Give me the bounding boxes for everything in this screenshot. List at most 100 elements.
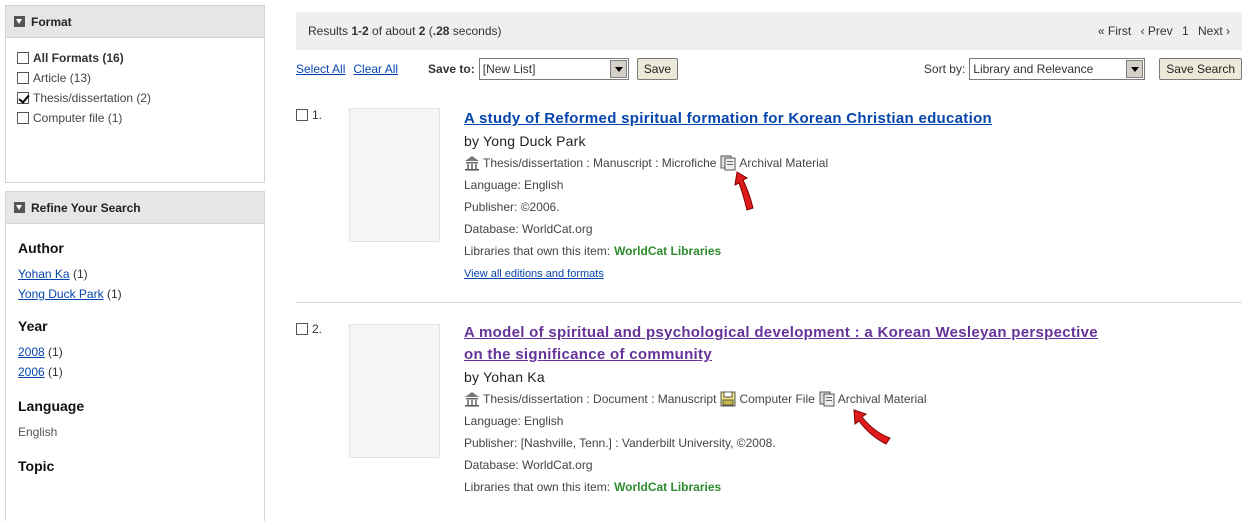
checkbox-icon[interactable]: [17, 72, 29, 84]
collapse-triangle-icon[interactable]: [14, 16, 25, 27]
result-author: by Yong Duck Park: [464, 133, 586, 149]
format-count: (16): [102, 51, 124, 65]
facet-author-link[interactable]: Yong Duck Park: [18, 287, 104, 301]
current-page: 1: [1181, 24, 1189, 38]
thesis-building-icon: [465, 156, 479, 171]
save-to-label: Save to:: [428, 62, 475, 76]
facet-language-value: English: [18, 425, 58, 439]
format-item-thesis[interactable]: Thesis/dissertation (2): [17, 88, 264, 108]
results-summary-bar: Results 1-2 of about 2 (.28 seconds) « F…: [296, 12, 1242, 50]
facet-count: (1): [48, 345, 63, 359]
results-middle: of about: [368, 24, 419, 38]
red-pointer-arrow-icon: [734, 171, 754, 211]
refine-panel: Refine Your Search Author Yohan Ka (1) Y…: [5, 191, 265, 521]
result-publisher: Publisher: ©2006.: [464, 200, 560, 214]
format-count: (2): [136, 91, 152, 105]
format-item-article[interactable]: Article (13): [17, 68, 264, 88]
select-all-link[interactable]: Select All: [296, 62, 345, 76]
prev-page-link[interactable]: ‹ Prev: [1141, 24, 1173, 38]
refine-panel-header[interactable]: Refine Your Search: [6, 192, 264, 224]
pager: « First ‹ Prev 1 Next ›: [1098, 24, 1230, 38]
checkbox-icon[interactable]: [17, 52, 29, 64]
facet-year-heading: Year: [18, 318, 48, 334]
result-database: Database: WorldCat.org: [464, 222, 593, 236]
format-label: Article: [33, 71, 67, 85]
sort-by-select[interactable]: Library and Relevance: [969, 58, 1146, 80]
refine-panel-title: Refine Your Search: [31, 200, 141, 215]
clear-all-link[interactable]: Clear All: [353, 62, 398, 76]
dropdown-arrow-icon[interactable]: [609, 60, 627, 78]
results-time-open: (: [425, 24, 433, 38]
format-label: Computer file: [33, 111, 105, 125]
format-count: (1): [107, 111, 123, 125]
result-body: A study of Reformed spiritual formation …: [464, 108, 1244, 280]
next-page-link[interactable]: Next ›: [1198, 24, 1230, 38]
result-item: 2. A model of spiritual and psychologica…: [296, 322, 1242, 512]
result-author: by Yohan Ka: [464, 369, 545, 385]
view-all-editions-link[interactable]: View all editions and formats: [464, 268, 604, 280]
results-toolbar: Select All Clear All Save to: [New List]…: [296, 56, 1242, 82]
libraries-label: Libraries that own this item:: [464, 480, 611, 494]
result-thumbnail[interactable]: [349, 108, 440, 242]
result-database: Database: WorldCat.org: [464, 458, 593, 472]
save-search-button[interactable]: Save Search: [1159, 58, 1242, 80]
save-button[interactable]: Save: [636, 58, 679, 80]
results-time: .28: [432, 24, 450, 38]
format-item-computer-file[interactable]: Computer file (1): [17, 108, 264, 128]
thesis-building-icon: [465, 392, 479, 407]
facet-year-link[interactable]: 2008: [18, 345, 45, 359]
facet-count: (1): [106, 287, 122, 301]
result-format: Thesis/dissertation : Manuscript : Micro…: [464, 152, 1244, 174]
libraries-label: Libraries that own this item:: [464, 244, 611, 258]
facet-author-item: Yohan Ka (1): [18, 264, 264, 284]
format-item-all[interactable]: All Formats (16): [17, 48, 264, 68]
dropdown-arrow-icon[interactable]: [1126, 60, 1144, 78]
red-pointer-arrow-icon: [853, 409, 891, 445]
result-language: Language: English: [464, 178, 564, 192]
facet-author-heading: Author: [18, 240, 64, 256]
computer-file-icon: [720, 391, 736, 407]
facet-author-link[interactable]: Yohan Ka: [18, 267, 70, 281]
checkbox-icon[interactable]: [17, 112, 29, 124]
result-thumbnail[interactable]: [349, 324, 440, 458]
refine-body: Author Yohan Ka (1) Yong Duck Park (1) Y…: [6, 224, 264, 474]
checkbox-icon[interactable]: [296, 323, 308, 335]
facet-topic-heading: Topic: [18, 458, 55, 474]
result-number: 1.: [312, 108, 323, 122]
facet-author-item: Yong Duck Park (1): [18, 284, 264, 304]
sort-by-value: Library and Relevance: [973, 62, 1094, 76]
format-panel-header[interactable]: Format: [6, 6, 264, 38]
facet-year-link[interactable]: 2006: [18, 365, 45, 379]
facet-count: (1): [48, 365, 63, 379]
results-time-close: seconds): [449, 24, 502, 38]
result-title-link[interactable]: A model of spiritual and psychological d…: [464, 322, 1244, 366]
results-summary: Results 1-2 of about 2 (.28 seconds): [308, 24, 502, 38]
archival-material-icon: [819, 391, 835, 407]
facet-count: (1): [72, 267, 88, 281]
format-label: Thesis/dissertation: [33, 91, 134, 105]
worldcat-libraries-link[interactable]: WorldCat Libraries: [614, 476, 721, 498]
result-libraries: Libraries that own this item: WorldCat L…: [464, 476, 1244, 498]
format-count: (13): [69, 71, 92, 85]
format-list: All Formats (16) Article (13) Thesis/dis…: [6, 38, 264, 128]
facet-language-heading: Language: [18, 398, 85, 414]
result-title-line1: A model of spiritual and psychological d…: [464, 324, 1098, 341]
worldcat-libraries-link[interactable]: WorldCat Libraries: [614, 240, 721, 262]
result-format-text: Thesis/dissertation : Document : Manuscr…: [483, 392, 717, 406]
result-libraries: Libraries that own this item: WorldCat L…: [464, 240, 1244, 262]
collapse-triangle-icon[interactable]: [14, 202, 25, 213]
checkbox-icon[interactable]: [296, 109, 308, 121]
first-page-link[interactable]: « First: [1098, 24, 1131, 38]
result-item: 1. A study of Reformed spiritual formati…: [296, 108, 1242, 298]
result-title-line2: on the significance of community: [464, 346, 712, 363]
save-to-value: [New List]: [482, 62, 536, 76]
checkbox-checked-icon[interactable]: [17, 92, 29, 104]
sort-by-label: Sort by:: [923, 62, 966, 76]
format-panel: Format All Formats (16) Article (13) The…: [5, 5, 265, 183]
result-title-link[interactable]: A study of Reformed spiritual formation …: [464, 108, 1244, 130]
save-to-select[interactable]: [New List]: [478, 58, 629, 80]
result-format-text: Thesis/dissertation : Manuscript : Micro…: [483, 156, 717, 170]
result-select: 1.: [296, 108, 322, 122]
format-label: All Formats: [33, 51, 100, 65]
format-panel-title: Format: [31, 14, 72, 29]
